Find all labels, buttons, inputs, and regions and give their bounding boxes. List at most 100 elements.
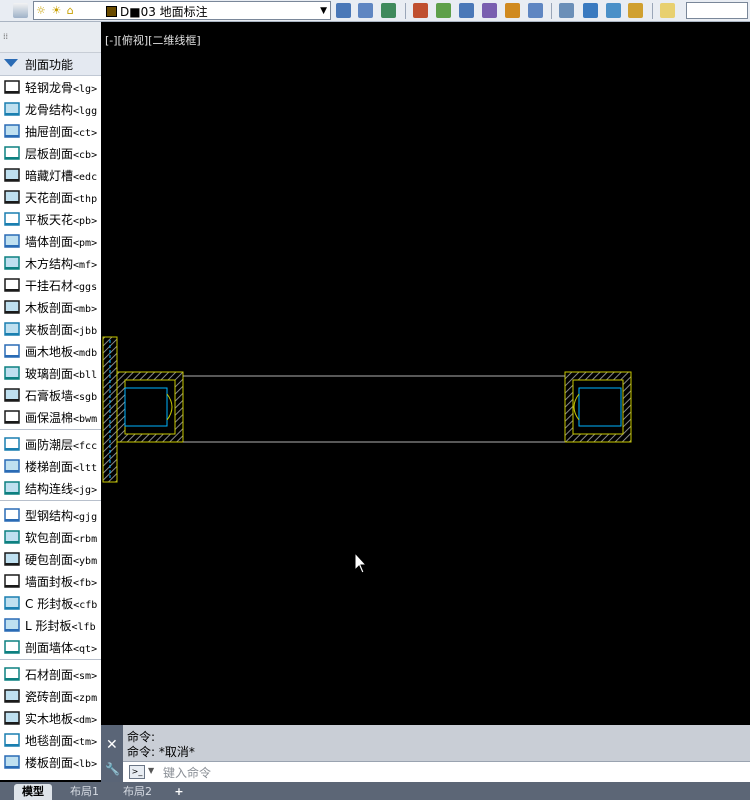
panel-item[interactable]: 轻钢龙骨<lg> — [0, 76, 101, 98]
toolbar-search-field[interactable] — [686, 2, 748, 19]
match-layer-icon[interactable] — [358, 3, 373, 18]
ceiling-section-icon — [4, 190, 20, 204]
panel-item[interactable]: 实木地板<dm> — [0, 707, 101, 729]
wall-section-icon — [4, 234, 20, 248]
panel-list: 轻钢龙骨<lg> 龙骨结构<lgg 抽屉剖面<ct> 层板剖面<cb> 暗藏灯槽<edc… — [0, 76, 101, 773]
previous-layer-icon[interactable] — [381, 3, 396, 18]
tab-layout1[interactable]: 布局1 — [62, 784, 107, 800]
panel-item[interactable]: 龙骨结构<lgg — [0, 98, 101, 120]
panel-item[interactable]: C 形封板<cfb — [0, 592, 101, 614]
panel-item-command: <jg> — [73, 484, 98, 496]
panel-item-command: <bll — [73, 369, 98, 381]
collapse-triangle-icon[interactable] — [4, 59, 18, 67]
panel-item-command: <ggs — [73, 281, 98, 293]
layer-tools-icon[interactable] — [559, 3, 574, 18]
dry-hang-stone-icon — [4, 278, 20, 292]
chevron-down-icon[interactable]: ▼ — [148, 766, 154, 775]
panel-item-label: 型钢结构<gjg — [25, 507, 97, 524]
panel-item[interactable]: 天花剖面<thp — [0, 186, 101, 208]
tab-model[interactable]: 模型 — [14, 784, 52, 800]
span-lines — [183, 375, 565, 443]
panel-item[interactable]: 石膏板墙<sgb — [0, 384, 101, 406]
panel-item-label: 平板天花<pb> — [25, 211, 97, 228]
panel-item[interactable]: 玻璃剖面<bll — [0, 362, 101, 384]
panel-item-text: 轻钢龙骨 — [25, 80, 74, 95]
panel-item-label: 石材剖面<sm> — [25, 666, 97, 683]
layer-color-swatch — [106, 6, 117, 17]
panel-item[interactable]: 暗藏灯槽<edc — [0, 164, 101, 186]
panel-item-text: 墙体剖面 — [25, 234, 74, 249]
panel-item-label: 结构连线<jg> — [25, 480, 97, 497]
panel-item[interactable]: 结构连线<jg> — [0, 477, 101, 499]
drawing-viewport[interactable]: [-][俯视][二维线框] — [101, 22, 750, 725]
layer-dropdown[interactable]: ☼ ☀ ⌂ D■03 地面标注 ▼ — [33, 1, 331, 20]
panel-item[interactable]: 石材剖面<sm> — [0, 663, 101, 685]
panel-item-label: 楼梯剖面<ltt — [25, 458, 97, 475]
panel-item-label: 轻钢龙骨<lg> — [25, 79, 97, 96]
panel-item-text: 墙面封板 — [25, 574, 74, 589]
stone-section-icon — [4, 667, 20, 681]
unisolate-layer-icon[interactable] — [436, 3, 451, 18]
panel-item[interactable]: 楼板剖面<lb> — [0, 751, 101, 773]
isolate-layer-icon[interactable] — [413, 3, 428, 18]
tab-layout2[interactable]: 布局2 — [115, 784, 160, 800]
panel-item-text: 剖面墙体 — [25, 640, 74, 655]
panel-item[interactable]: 型钢结构<gjg — [0, 504, 101, 526]
panel-item-label: 龙骨结构<lgg — [25, 101, 97, 118]
merge-layer-icon[interactable] — [583, 3, 598, 18]
panel-item-text: 石材剖面 — [25, 667, 74, 682]
walk-layer-icon[interactable] — [528, 3, 543, 18]
delete-layer-icon[interactable] — [606, 3, 621, 18]
layer-states-icon[interactable] — [336, 3, 351, 18]
panel-item[interactable]: 画保温棉<bwm — [0, 406, 101, 428]
panel-item[interactable]: 画防潮层<fcc — [0, 433, 101, 455]
chevron-down-icon: ▼ — [320, 6, 327, 16]
layer-properties-icon[interactable] — [13, 3, 28, 18]
panel-item[interactable]: 抽屉剖面<ct> — [0, 120, 101, 142]
panel-item[interactable]: 楼梯剖面<ltt — [0, 455, 101, 477]
drawing-canvas[interactable] — [101, 22, 750, 725]
panel-item-label: 实木地板<dm> — [25, 710, 97, 727]
panel-item[interactable]: 地毯剖面<tm> — [0, 729, 101, 751]
add-layout-icon[interactable]: + — [172, 784, 186, 800]
panel-item[interactable]: 木板剖面<mb> — [0, 296, 101, 318]
unlock-layer-icon[interactable] — [628, 3, 643, 18]
command-prompt-icon[interactable]: >_ — [129, 765, 145, 779]
panel-item[interactable]: 墙面封板<fb> — [0, 570, 101, 592]
panel-item[interactable]: 软包剖面<rbm — [0, 526, 101, 548]
panel-item-command: <sgb — [73, 391, 98, 403]
panel-grip[interactable]: ⁞⁞ — [0, 22, 101, 53]
note-icon[interactable] — [660, 3, 675, 18]
panel-item-text: 干挂石材 — [25, 278, 74, 293]
panel-item-command: <jbb — [73, 325, 98, 337]
panel-item-text: 抽屉剖面 — [25, 124, 74, 139]
panel-item-command: <gjg — [73, 511, 98, 523]
structure-line-icon — [4, 481, 20, 495]
toolbar: ☼ ☀ ⌂ D■03 地面标注 ▼ — [0, 0, 750, 22]
panel-item[interactable]: 瓷砖剖面<zpm — [0, 685, 101, 707]
close-icon[interactable]: ✕ — [106, 737, 118, 753]
panel-header[interactable]: 剖面功能 — [0, 53, 101, 76]
wrench-icon[interactable]: 🔧 — [105, 762, 120, 776]
drawer-section-icon — [4, 124, 20, 138]
panel-item-label: 木方结构<mf> — [25, 255, 97, 272]
panel-item[interactable]: 层板剖面<cb> — [0, 142, 101, 164]
panel-item[interactable]: 墙体剖面<pm> — [0, 230, 101, 252]
panel-item[interactable]: L 形封板<lfb — [0, 614, 101, 636]
off-layer-icon[interactable] — [482, 3, 497, 18]
command-input[interactable]: >_ ▼ 键入命令 — [123, 761, 750, 782]
panel-item[interactable]: 画木地板<mdb — [0, 340, 101, 362]
panel-item-command: <pb> — [73, 215, 98, 227]
panel-item-command: <qt> — [73, 643, 98, 655]
panel-item[interactable]: 木方结构<mf> — [0, 252, 101, 274]
panel-item[interactable]: 平板天花<pb> — [0, 208, 101, 230]
lock-layer-icon[interactable] — [505, 3, 520, 18]
panel-item-command: <mf> — [73, 259, 98, 271]
panel-item[interactable]: 干挂石材<ggs — [0, 274, 101, 296]
panel-item[interactable]: 夹板剖面<jbb — [0, 318, 101, 340]
panel-item[interactable]: 剖面墙体<qt> — [0, 636, 101, 658]
freeze-layer-icon[interactable] — [459, 3, 474, 18]
panel-item-text: 石膏板墙 — [25, 388, 74, 403]
panel-item[interactable]: 硬包剖面<ybm — [0, 548, 101, 570]
panel-item-text: 龙骨结构 — [25, 102, 74, 117]
